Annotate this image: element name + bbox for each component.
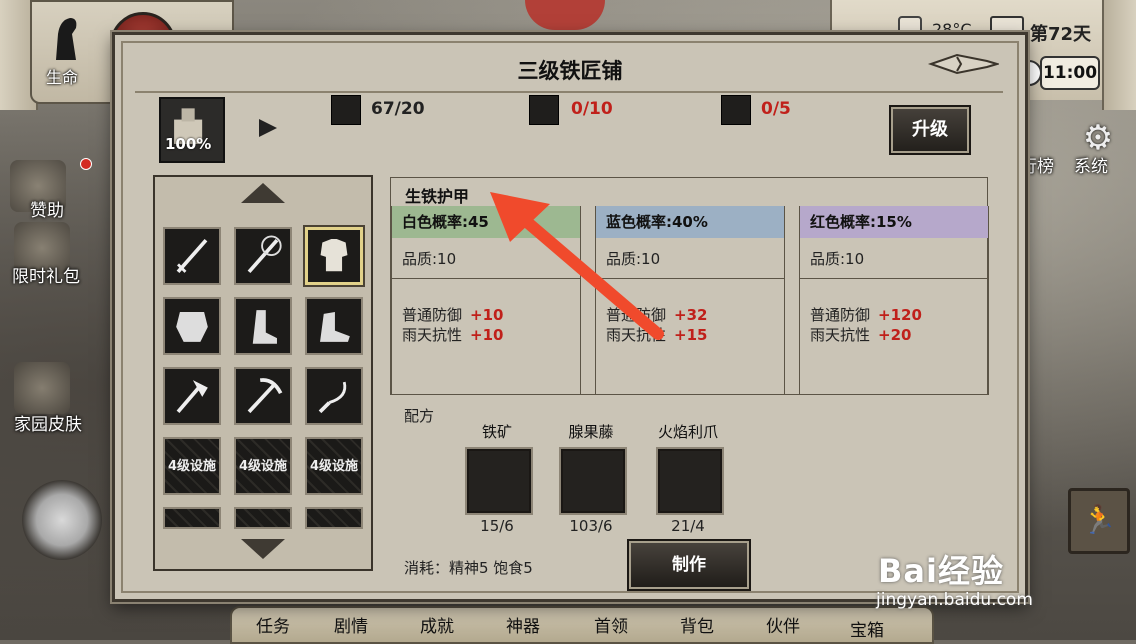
slot-sword[interactable] [163,227,221,285]
pickaxe-icon [247,378,283,414]
material-count: 21/4 [671,517,705,535]
nav-artifact[interactable]: 神器 [506,612,540,637]
hp-icon [56,18,77,60]
building-progress: 100% [165,135,212,153]
flame-claw-icon[interactable] [656,447,724,515]
modal-title: 三级铁匠铺 [517,59,623,83]
ore-crystal-icon [529,95,559,125]
home-skin-label[interactable]: 家园皮肤 [14,410,82,435]
slot-winged-boots[interactable] [305,297,363,355]
sword-icon [176,238,208,274]
nav-boss[interactable]: 首领 [594,612,628,637]
divider [800,278,988,279]
gift-pack-label[interactable]: 限时礼包 [12,262,80,287]
slot-ornate-armor[interactable] [163,297,221,355]
consume-text: 消耗：精神5 饱食5 [404,559,533,577]
boots-icon [252,310,277,344]
upgrade-button[interactable]: 升级 [889,105,971,155]
notification-dot [80,158,92,170]
slot-axe[interactable] [163,367,221,425]
stat-defense: 普通防御 +120 [810,306,922,324]
winged-boots-icon [320,312,350,342]
right-scroll-ornament [1102,0,1136,110]
nav-achievement[interactable]: 成就 [420,612,454,637]
nav-story[interactable]: 剧情 [334,612,368,637]
nav-partner[interactable]: 伙伴 [766,612,800,637]
day-counter: 第72天 [1030,24,1092,45]
slot-pickaxe[interactable] [234,367,292,425]
resource-value-3: 0/5 [761,99,791,119]
recipe-label: 配方 [404,407,435,425]
building-icon [159,97,225,163]
iron-plate-icon [331,95,361,125]
slot-partial[interactable] [234,507,292,529]
tier-header: 红色概率:15% [800,206,988,238]
watermark-brand: Bai经验 [878,552,1004,590]
tier-quality: 品质:10 [810,250,865,268]
run-button[interactable]: 🏃 [1068,488,1130,554]
material-name: 铁矿 [481,423,512,441]
sponsor-label[interactable]: 赞助 [30,196,64,221]
material-name: 火焰利爪 [657,423,718,441]
slot-flaming-sword[interactable] [234,227,292,285]
book-stack-icon [721,95,751,125]
vine-icon[interactable] [559,447,627,515]
arrow-right-icon [259,119,277,137]
slot-boots[interactable] [234,297,292,355]
watermark-url: jingyan.baidu.com [876,590,1033,610]
nav-chest[interactable]: 宝箱 [850,616,884,641]
resource-value-2: 0/10 [571,99,613,119]
stat-rain: 雨天抗性 +20 [810,326,912,344]
axe-icon [176,380,208,414]
tier-quality: 品质:10 [402,250,457,268]
run-icon: 🏃 [1081,503,1117,536]
flaming-sword-icon [247,235,282,274]
nav-task[interactable]: 任务 [256,612,290,637]
close-spear-icon[interactable] [927,49,999,79]
virtual-joystick[interactable] [22,480,102,560]
resource-value-1: 67/20 [371,99,425,119]
slot-partial[interactable] [305,507,363,529]
slot-chest-armor[interactable] [305,227,363,285]
make-button[interactable]: 制作 [627,539,751,591]
slot-partial[interactable] [163,507,221,529]
sickle-icon [318,381,347,414]
scroll-up-icon[interactable] [241,183,285,203]
slot-locked[interactable]: 4级设施 [305,437,363,495]
scroll-down-icon[interactable] [241,539,285,559]
hp-label: 生命 [46,68,79,87]
item-grid-panel: 4级设施 4级设施 4级设施 [153,175,373,571]
slot-locked[interactable]: 4级设施 [234,437,292,495]
system-label[interactable]: 系统 [1074,152,1108,177]
slot-locked[interactable]: 4级设施 [163,437,221,495]
slot-sickle[interactable] [305,367,363,425]
annotation-arrow-icon [490,192,664,340]
material-count: 15/6 [480,517,514,535]
material-count: 103/6 [569,517,613,535]
gear-icon[interactable]: ⚙ [1080,120,1116,156]
ornate-armor-icon [176,312,208,342]
home-skin-icon[interactable] [14,362,70,414]
tier-column-red: 红色概率:15% 品质:10 普通防御 +120 雨天抗性 +20 [799,206,989,395]
chest-armor-icon [320,238,348,272]
iron-ore-icon[interactable] [465,447,533,515]
time-display: 11:00 [1040,56,1100,90]
material-name: 腺果藤 [568,423,614,441]
nav-bag[interactable]: 背包 [680,612,714,637]
item-name: 生铁护甲 [405,187,470,206]
